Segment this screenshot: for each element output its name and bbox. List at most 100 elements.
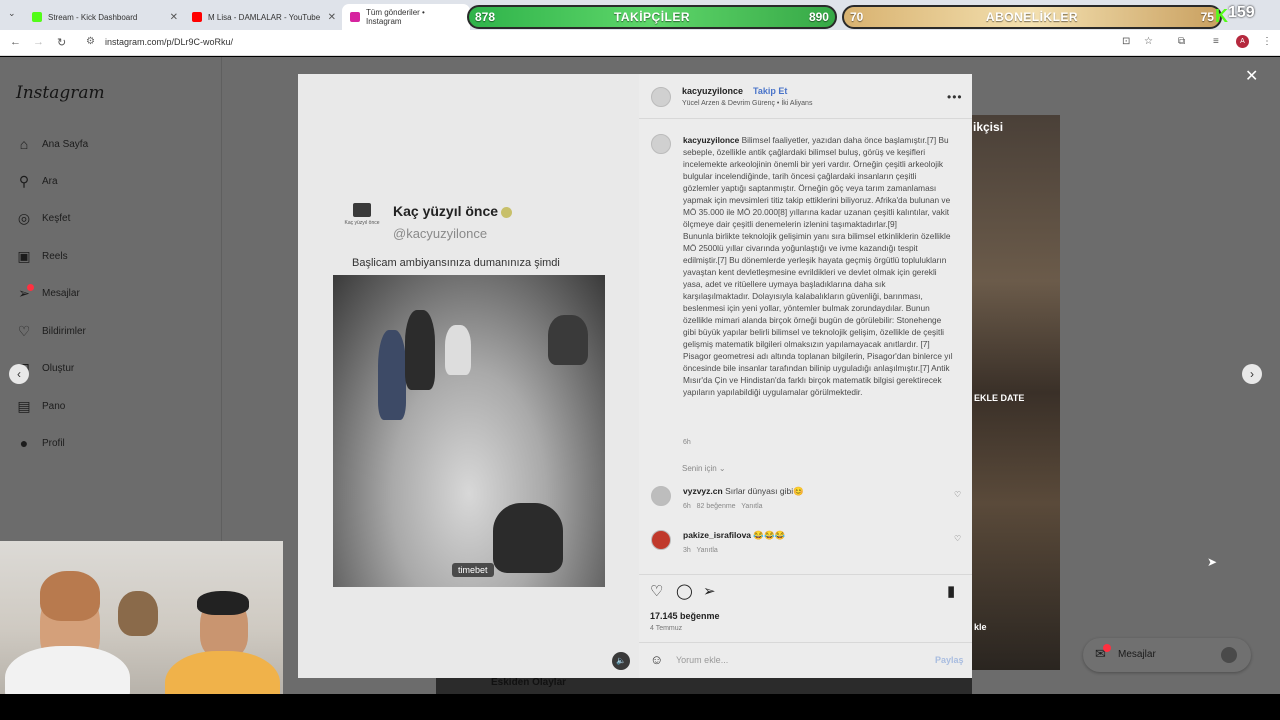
share-send-icon[interactable]: ➢: [703, 582, 716, 600]
instagram-favicon-icon: [350, 12, 360, 22]
comment-bubble-icon[interactable]: ◯: [676, 582, 693, 600]
youtube-favicon-icon: [192, 12, 202, 22]
caption-timestamp: 6h: [683, 439, 691, 446]
tab-instagram[interactable]: Tüm gönderiler • Instagram: [342, 4, 470, 30]
site-info-icon[interactable]: ⚙: [86, 36, 95, 47]
caption-text: Bilimsel faaliyetler, yazıdan daha önce …: [683, 135, 951, 229]
comment-meta: 3h Yanıtla: [683, 547, 718, 554]
sidebar-item-dashboard[interactable]: ▤ Pano: [16, 396, 65, 416]
media-title: Kaç yüzyıl önce: [393, 203, 513, 219]
sidebar-item-search[interactable]: ⚲ Ara: [16, 171, 58, 191]
more-options-icon[interactable]: •••: [947, 90, 963, 104]
comment-filter-dropdown[interactable]: Senin için ⌄: [682, 464, 726, 473]
followers-goal-bar: 878 TAKİPÇİLER 890: [467, 5, 837, 29]
address-bar[interactable]: instagram.com/p/DLr9C-woRku/: [105, 37, 233, 47]
next-post-chevron-icon[interactable]: ›: [1242, 364, 1262, 384]
comment-like-heart-icon[interactable]: ♡: [954, 490, 961, 499]
post-audio-subtitle[interactable]: Yücel Arzen & Devrim Gürenç • İki Aliyan…: [682, 100, 812, 107]
media-logo-caption: Kaç yüzyıl önce: [344, 220, 380, 226]
tab-label: M Lisa - DAMLALAR - YouTube: [208, 12, 321, 22]
sidebar-item-profile[interactable]: ● Profil: [16, 433, 65, 453]
sidebar-item-label: Profil: [42, 437, 65, 449]
emoji-icon[interactable]: ☺: [650, 652, 663, 667]
sidebar-item-label: Keşfet: [42, 212, 71, 224]
comment-text: 😂😂😂: [753, 530, 786, 540]
sidebar-item-label: Oluştur: [42, 362, 75, 374]
browser-menu-icon[interactable]: ⋮: [1262, 36, 1272, 47]
kick-favicon-icon: [32, 12, 42, 22]
subscribers-goal-bar: 70 ABONELİKLER 75: [842, 5, 1222, 29]
messages-pill[interactable]: ✉ Mesajlar: [1083, 638, 1251, 672]
post-author-username[interactable]: kacyuzyilonce: [682, 86, 743, 96]
forward-arrow-icon[interactable]: →: [33, 36, 44, 48]
caption-author-avatar[interactable]: [651, 134, 671, 154]
comment-username[interactable]: pakize_israfilova: [683, 530, 751, 540]
streamer-webcam: [0, 541, 283, 700]
reload-icon[interactable]: ↻: [57, 36, 66, 49]
kick-logo-icon: K: [1215, 6, 1228, 26]
messages-pill-label: Mesajlar: [1118, 649, 1156, 660]
home-icon: ⌂: [19, 136, 29, 152]
messages-pill-avatar: [1221, 647, 1237, 663]
prev-post-chevron-icon[interactable]: ‹: [9, 364, 29, 384]
sidebar-item-messages[interactable]: ➢ Mesajlar: [16, 283, 80, 303]
instagram-logo[interactable]: Instagram: [16, 83, 105, 103]
comment-avatar[interactable]: [651, 486, 671, 506]
follow-button[interactable]: Takip Et: [753, 86, 787, 96]
bookmark-star-icon[interactable]: ☆: [1144, 36, 1153, 47]
search-icon: ⚲: [18, 173, 30, 189]
save-bookmark-icon[interactable]: ▮: [947, 582, 955, 600]
viewer-count: 159: [1228, 4, 1255, 21]
mouse-cursor-icon: ➤: [1207, 555, 1218, 569]
profile-icon: ●: [19, 435, 29, 451]
reading-list-icon[interactable]: ≡: [1213, 36, 1219, 47]
sidebar-item-explore[interactable]: ◎ Keşfet: [16, 208, 70, 228]
comment-avatar[interactable]: [651, 530, 671, 550]
comment-like-heart-icon[interactable]: ♡: [954, 534, 961, 543]
background-reel-label-low: kle: [974, 622, 987, 632]
extensions-icon[interactable]: ⧉: [1178, 36, 1185, 47]
caption-text-2: Bununla birlikte teknolojik gelişimin ya…: [683, 231, 953, 397]
tab-list-chevron-icon[interactable]: ⌄: [8, 8, 16, 19]
video-watermark: timebet: [452, 563, 494, 577]
close-modal-icon[interactable]: ✕: [1245, 66, 1258, 86]
sidebar-item-label: Pano: [42, 400, 66, 412]
header-divider: [639, 118, 972, 119]
browser-profile-avatar[interactable]: A: [1236, 35, 1249, 48]
sidebar-item-label: Ara: [42, 175, 58, 187]
comment-reply-button[interactable]: Yanıtla: [741, 503, 762, 510]
input-divider: [639, 642, 972, 643]
comment-reply-button[interactable]: Yanıtla: [697, 547, 718, 554]
subscribers-current: 70: [850, 10, 864, 24]
verified-badge-icon: [501, 206, 513, 218]
comment-username[interactable]: vyzvyz.cn: [683, 486, 723, 496]
subscribers-label: ABONELİKLER: [985, 10, 1079, 24]
sidebar-item-reels[interactable]: ▣ Reels: [16, 246, 68, 266]
sidebar-item-label: Mesajlar: [42, 287, 80, 299]
likes-count[interactable]: 17.145 beğenme: [650, 611, 720, 621]
tab-kick-dashboard[interactable]: Stream - Kick Dashboard ✕: [24, 4, 184, 30]
media-caption: Başlicam ambiyansınıza dumanınıza şimdi: [352, 257, 560, 269]
install-app-icon[interactable]: ⊡: [1122, 36, 1130, 47]
messages-unread-badge: [1103, 644, 1111, 652]
comment-text: Sırlar dünyası gibi😊: [725, 486, 804, 496]
comment-likes[interactable]: 82 beğenme: [697, 503, 736, 510]
mute-toggle-icon[interactable]: 🔈: [612, 652, 630, 670]
caption-author-username[interactable]: kacyuzyilonce: [683, 135, 739, 145]
sidebar-item-notifications[interactable]: ♡ Bildirimler: [16, 321, 86, 341]
post-comment-button[interactable]: Paylaş: [935, 655, 964, 665]
messages-unread-badge: [27, 284, 34, 291]
sidebar-item-label: Reels: [42, 250, 68, 262]
back-arrow-icon[interactable]: ←: [10, 36, 21, 48]
post-video[interactable]: [333, 275, 605, 587]
tab-close-icon[interactable]: ✕: [170, 12, 178, 23]
like-heart-icon[interactable]: ♡: [650, 582, 663, 600]
comment-input[interactable]: Yorum ekle...: [676, 655, 728, 665]
tab-youtube[interactable]: M Lisa - DAMLALAR - YouTube ✕: [184, 4, 342, 30]
tab-close-icon[interactable]: ✕: [328, 12, 336, 23]
post-caption: kacyuzyilonce Bilimsel faaliyetler, yazı…: [683, 134, 953, 398]
sidebar-item-home[interactable]: ⌂ Ana Sayfa: [16, 134, 88, 154]
comment-time: 6h: [683, 503, 691, 510]
reels-icon: ▣: [17, 248, 31, 264]
post-author-avatar[interactable]: [651, 87, 671, 107]
